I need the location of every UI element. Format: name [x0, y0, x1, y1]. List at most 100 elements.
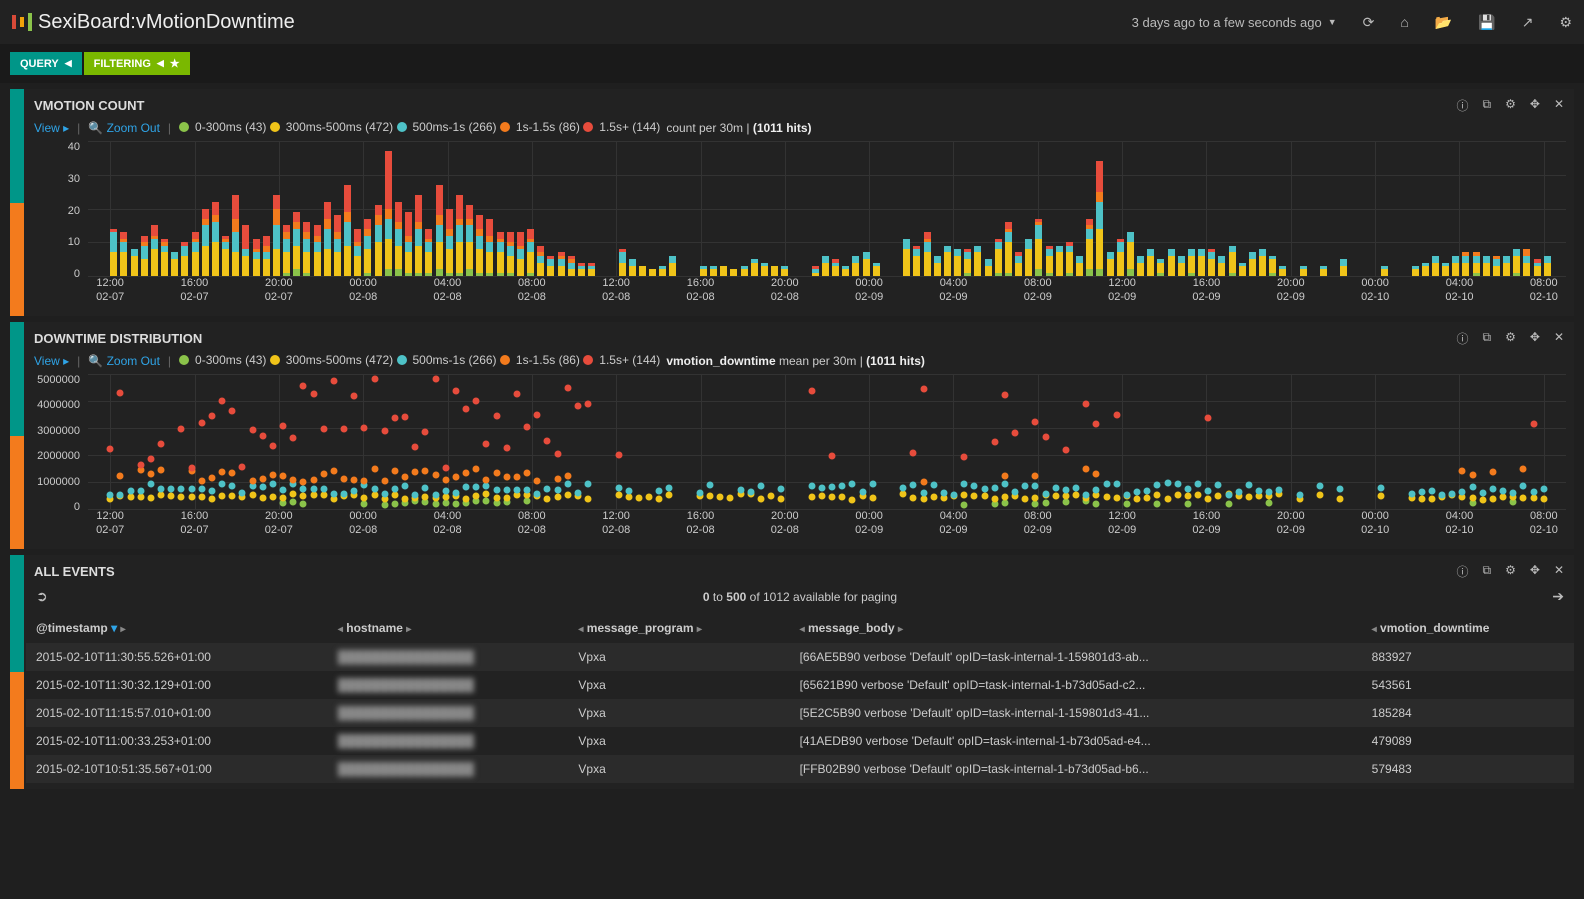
scatter-point[interactable] [208, 496, 215, 503]
legend-item[interactable]: 1s-1.5s (86) [500, 353, 580, 367]
gear-icon[interactable]: ⚙ [1559, 14, 1572, 31]
copy-icon[interactable]: ⧉ [1483, 330, 1492, 347]
scatter-point[interactable] [534, 477, 541, 484]
scatter-point[interactable] [1001, 494, 1008, 501]
bar[interactable] [812, 266, 819, 276]
scatter-point[interactable] [869, 481, 876, 488]
expand-icon[interactable]: ➲ [36, 588, 48, 605]
scatter-point[interactable] [229, 493, 236, 500]
bar[interactable] [1534, 259, 1541, 276]
scatter-point[interactable] [1225, 501, 1232, 508]
scatter-point[interactable] [269, 480, 276, 487]
bar[interactable] [1178, 256, 1185, 276]
bar[interactable] [1005, 222, 1012, 276]
scatter-chart[interactable]: 500000040000003000000200000010000000 12:… [26, 374, 1574, 549]
scatter-point[interactable] [381, 478, 388, 485]
bar[interactable] [924, 232, 931, 276]
scatter-point[interactable] [900, 491, 907, 498]
scatter-point[interactable] [1378, 493, 1385, 500]
scatter-point[interactable] [483, 477, 490, 484]
bar[interactable] [1035, 219, 1042, 276]
scatter-point[interactable] [1022, 495, 1029, 502]
scatter-point[interactable] [839, 494, 846, 501]
scatter-point[interactable] [554, 486, 561, 493]
scatter-point[interactable] [391, 485, 398, 492]
bar[interactable] [852, 256, 859, 276]
scatter-point[interactable] [513, 474, 520, 481]
bar[interactable] [1147, 249, 1154, 276]
scatter-point[interactable] [1052, 484, 1059, 491]
scatter-point[interactable] [808, 482, 815, 489]
scatter-point[interactable] [1032, 419, 1039, 426]
scatter-point[interactable] [859, 488, 866, 495]
scatter-point[interactable] [1042, 499, 1049, 506]
scatter-point[interactable] [1317, 482, 1324, 489]
scatter-point[interactable] [259, 433, 266, 440]
bar[interactable] [913, 246, 920, 276]
bar[interactable] [1259, 249, 1266, 276]
gear-icon[interactable]: ⚙ [1505, 330, 1516, 347]
scatter-point[interactable] [1032, 501, 1039, 508]
scatter-point[interactable] [1469, 472, 1476, 479]
scatter-point[interactable] [1195, 481, 1202, 488]
bar[interactable] [1086, 219, 1093, 276]
bar[interactable] [1076, 256, 1083, 276]
bar[interactable] [1198, 249, 1205, 276]
scatter-point[interactable] [920, 478, 927, 485]
folder-open-icon[interactable]: 📂 [1435, 14, 1452, 31]
bar[interactable] [497, 232, 504, 276]
scatter-point[interactable] [1174, 491, 1181, 498]
scatter-point[interactable] [991, 438, 998, 445]
scatter-point[interactable] [1073, 484, 1080, 491]
scatter-point[interactable] [381, 501, 388, 508]
scatter-point[interactable] [1540, 496, 1547, 503]
scatter-point[interactable] [1103, 494, 1110, 501]
scatter-point[interactable] [391, 415, 398, 422]
scatter-point[interactable] [371, 492, 378, 499]
scatter-point[interactable] [544, 496, 551, 503]
scatter-point[interactable] [137, 488, 144, 495]
scatter-point[interactable] [198, 493, 205, 500]
scatter-point[interactable] [524, 487, 531, 494]
scatter-point[interactable] [829, 452, 836, 459]
scatter-point[interactable] [1042, 433, 1049, 440]
scatter-point[interactable] [971, 482, 978, 489]
scatter-point[interactable] [1256, 488, 1263, 495]
bar[interactable] [1462, 252, 1469, 276]
scatter-point[interactable] [259, 494, 266, 501]
gear-icon[interactable]: ⚙ [1505, 563, 1516, 580]
scatter-point[interactable] [493, 469, 500, 476]
table-row[interactable]: 2015-02-10T11:30:55.526+01:00███████████… [26, 643, 1574, 671]
scatter-point[interactable] [1520, 466, 1527, 473]
scatter-point[interactable] [585, 401, 592, 408]
scatter-point[interactable] [757, 495, 764, 502]
scatter-point[interactable] [971, 493, 978, 500]
gear-icon[interactable]: ⚙ [1505, 97, 1516, 114]
scatter-point[interactable] [1184, 493, 1191, 500]
scatter-point[interactable] [290, 476, 297, 483]
scatter-point[interactable] [696, 489, 703, 496]
bar[interactable] [507, 232, 514, 276]
scatter-point[interactable] [707, 481, 714, 488]
home-icon[interactable]: ⌂ [1400, 14, 1408, 30]
bar[interactable] [1523, 249, 1530, 276]
scatter-point[interactable] [1479, 490, 1486, 497]
bar[interactable] [1096, 161, 1103, 276]
scatter-point[interactable] [524, 469, 531, 476]
scatter-point[interactable] [503, 474, 510, 481]
scatter-point[interactable] [1489, 468, 1496, 475]
bar[interactable] [1015, 252, 1022, 276]
copy-icon[interactable]: ⧉ [1483, 563, 1492, 580]
scatter-point[interactable] [493, 413, 500, 420]
scatter-point[interactable] [818, 493, 825, 500]
bar[interactable] [1412, 266, 1419, 276]
scatter-point[interactable] [656, 487, 663, 494]
scatter-point[interactable] [564, 473, 571, 480]
bar[interactable] [863, 252, 870, 276]
scatter-point[interactable] [829, 484, 836, 491]
bar[interactable] [1025, 239, 1032, 276]
scatter-point[interactable] [1093, 470, 1100, 477]
tab-filtering[interactable]: FILTERING ◀ ★ [84, 52, 190, 75]
scatter-point[interactable] [534, 412, 541, 419]
bar[interactable] [822, 256, 829, 276]
